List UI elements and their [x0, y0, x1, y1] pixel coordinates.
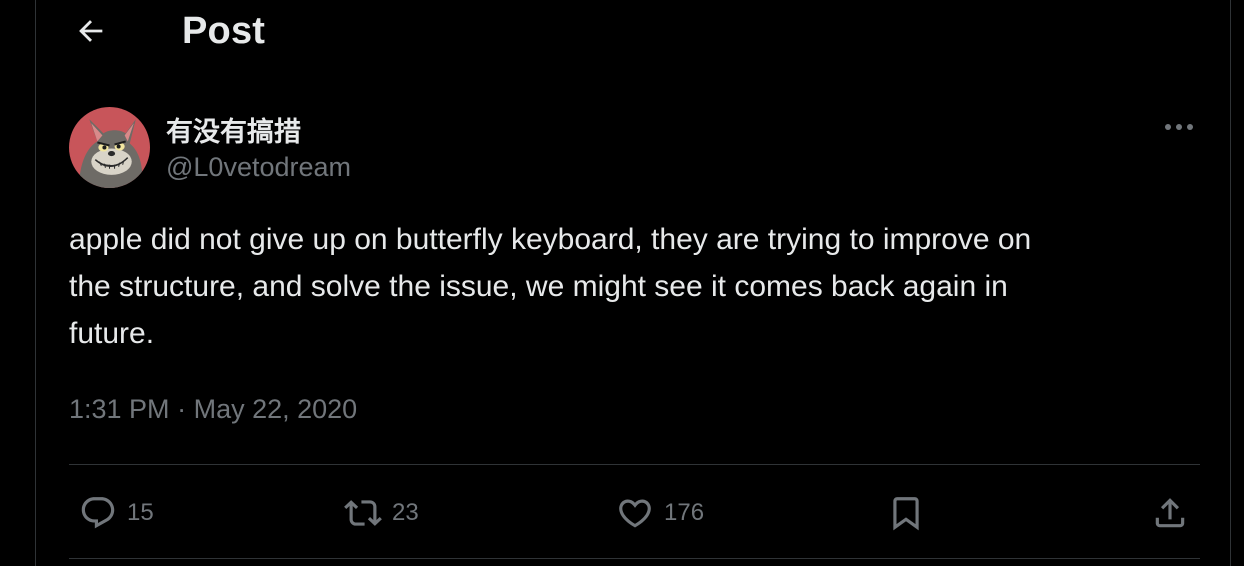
back-button[interactable]: [72, 12, 110, 50]
bookmark-button[interactable]: [887, 492, 925, 534]
like-count: 176: [664, 499, 705, 526]
avatar[interactable]: [69, 107, 150, 188]
reply-button[interactable]: 15: [79, 492, 154, 534]
bookmark-icon: [893, 497, 919, 531]
repost-count: 23: [392, 499, 419, 526]
post-actions-bar: 15 23 176: [69, 466, 1200, 560]
timestamp-separator: ·: [177, 394, 187, 424]
post-timestamp: 1:31 PM · May 22, 2020: [69, 394, 357, 425]
divider-top: [69, 464, 1200, 465]
reply-count: 15: [127, 499, 154, 526]
post-date[interactable]: May 22, 2020: [194, 394, 358, 424]
post-header: Post: [36, 0, 1230, 62]
page-title: Post: [182, 10, 266, 52]
arrow-left-icon: [79, 20, 103, 42]
divider-bottom: [69, 558, 1200, 559]
post-column: Post 有没有搞措 @L0vetodream apple did not gi…: [35, 0, 1231, 566]
post-author: 有没有搞措 @L0vetodream: [69, 106, 1199, 192]
repost-icon: [344, 500, 382, 526]
heart-icon: [619, 499, 651, 528]
like-button[interactable]: 176: [616, 492, 704, 534]
share-icon: [1155, 498, 1185, 528]
reply-icon: [81, 497, 115, 529]
author-handle[interactable]: @L0vetodream: [166, 152, 351, 183]
repost-button[interactable]: 23: [344, 492, 419, 534]
author-display-name[interactable]: 有没有搞措: [166, 110, 301, 149]
post-time[interactable]: 1:31 PM: [69, 394, 170, 424]
more-options-button[interactable]: [1159, 112, 1199, 142]
cartoon-cat-avatar-icon: [69, 107, 150, 188]
ellipsis-icon: [1165, 124, 1193, 130]
post-text: apple did not give up on butterfly keybo…: [69, 223, 1032, 350]
share-button[interactable]: [1151, 492, 1189, 534]
